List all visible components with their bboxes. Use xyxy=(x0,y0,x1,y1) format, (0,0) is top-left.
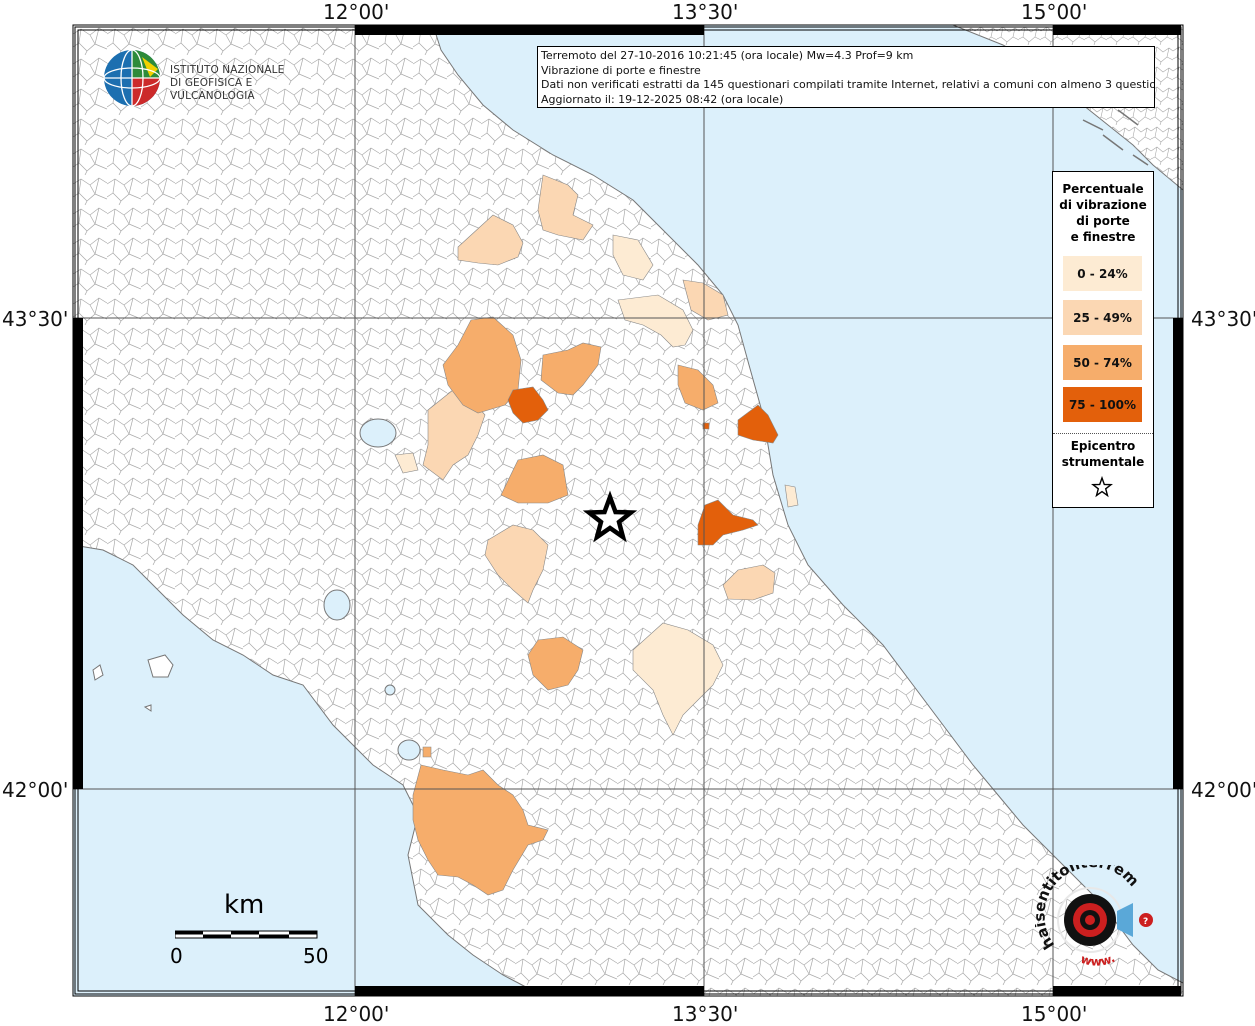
event-info-line4: Aggiornato il: 19-12-2025 08:42 (ora loc… xyxy=(541,92,784,106)
legend-class-75-100: 75 - 100% xyxy=(1063,387,1142,422)
legend: Percentuale di vibrazione di porte e fin… xyxy=(1052,171,1154,508)
event-info-line2: Vibrazione di porte e finestre xyxy=(541,63,701,77)
legend-title-line4: e finestre xyxy=(1070,230,1136,244)
legend-class-50-74: 50 - 74% xyxy=(1063,345,1142,380)
legend-class-label: 75 - 100% xyxy=(1068,397,1137,412)
legend-class-label: 25 - 49% xyxy=(1073,310,1132,325)
ingv-name-line1: ISTITUTO NAZIONALE xyxy=(170,64,285,76)
legend-class-label: 50 - 74% xyxy=(1073,355,1132,370)
legend-epicenter-line1: Epicentro xyxy=(1070,439,1136,453)
scale-end: 50 xyxy=(303,944,329,968)
legend-class-0-24: 0 - 24% xyxy=(1063,256,1142,291)
legend-star-icon xyxy=(1091,476,1113,498)
ingv-logo: ISTITUTO NAZIONALE DI GEOFISICA E VULCAN… xyxy=(100,47,320,109)
legend-title-line1: Percentuale xyxy=(1062,182,1144,196)
svg-text:www.: www. xyxy=(1079,951,1117,969)
haisentito-logo[interactable]: ? haisentitoilterremoto.it www. xyxy=(1030,851,1175,975)
scale-unit: km xyxy=(224,890,265,920)
ingv-name-line2: DI GEOFISICA E VULCANOLOGIA xyxy=(170,77,255,102)
event-info-line1: Terremoto del 27-10-2016 10:21:45 (ora l… xyxy=(541,49,914,62)
event-info-line3: Dati non verificati estratti da 145 ques… xyxy=(541,78,1155,91)
scale-bar-graphic xyxy=(175,930,318,939)
legend-title-line2: di vibrazione xyxy=(1059,198,1147,212)
legend-epicenter-line2: strumentale xyxy=(1061,455,1145,469)
legend-class-label: 0 - 24% xyxy=(1077,266,1128,281)
ingv-globe-icon xyxy=(103,49,161,107)
legend-epicenter-label: Epicentro strumentale xyxy=(1053,438,1153,470)
legend-class-25-49: 25 - 49% xyxy=(1063,300,1142,335)
scale-bar: km 0 50 xyxy=(170,890,340,970)
haisentito-www: www. xyxy=(1079,951,1117,969)
legend-title-line3: di porte xyxy=(1076,214,1130,228)
haisentito-badge-icon: ? haisentitoilterremoto.it www. xyxy=(1030,851,1153,969)
legend-title: Percentuale di vibrazione di porte e fin… xyxy=(1053,181,1153,245)
legend-separator xyxy=(1053,433,1153,434)
svg-text:?: ? xyxy=(1143,917,1148,927)
scale-start: 0 xyxy=(170,944,183,968)
event-info-box: Terremoto del 27-10-2016 10:21:45 (ora l… xyxy=(537,46,1155,108)
